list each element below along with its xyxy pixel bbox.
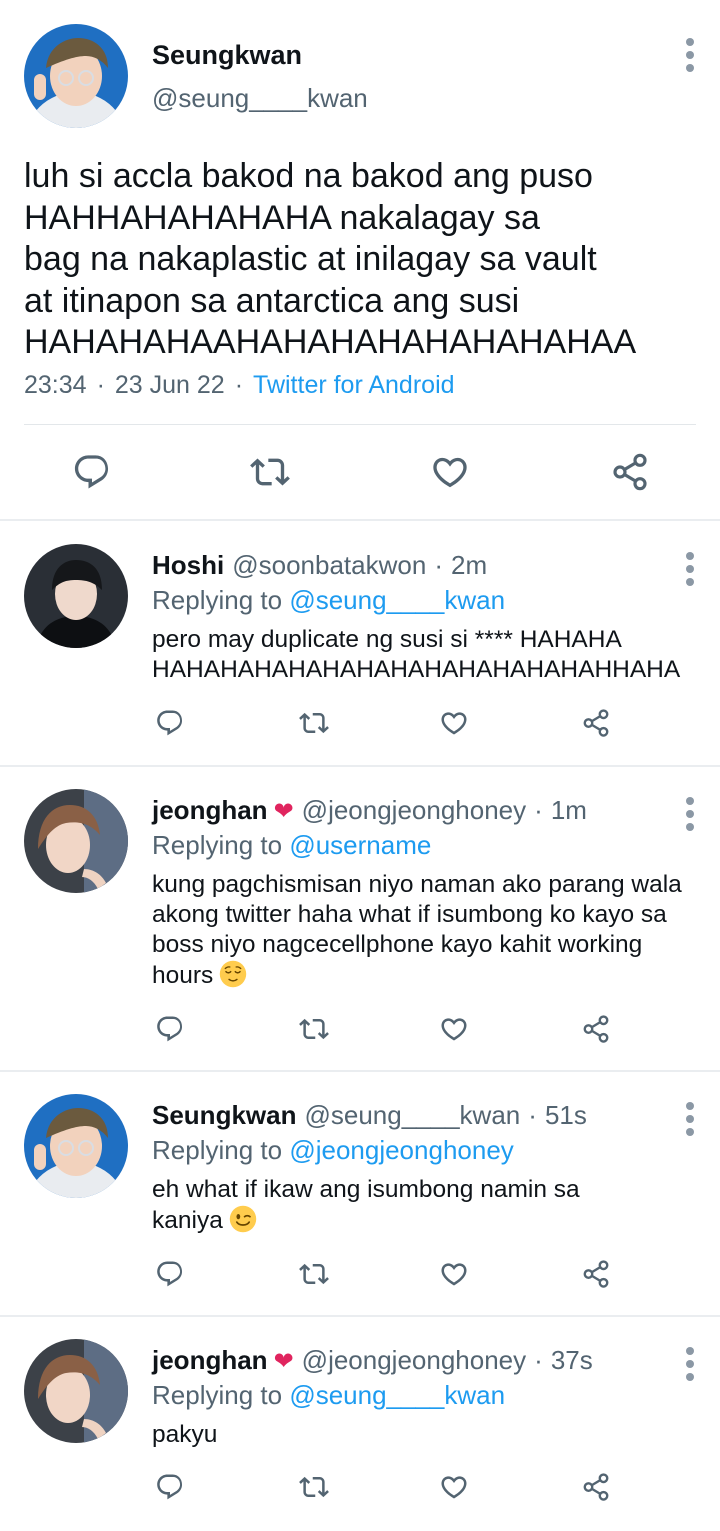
retweet-icon[interactable] [294, 703, 334, 743]
retweet-icon[interactable] [294, 1009, 334, 1049]
reply-time: 2m [450, 550, 488, 580]
retweet-icon[interactable] [246, 448, 294, 496]
main-tweet: Seungkwan @seung____kwan luh si accla ba… [0, 0, 720, 520]
author-name[interactable]: Seungkwan [152, 40, 302, 71]
more-options-icon[interactable] [680, 1347, 700, 1381]
replying-to: Replying to @jeongjeonghoney [152, 1135, 514, 1166]
reply-header: jeonghan ❤ @jeongjeonghoney · 1m [152, 795, 587, 826]
reply-header: Seungkwan @seung____kwan · 51s [152, 1100, 587, 1131]
reply-author-name[interactable]: jeonghan [152, 795, 268, 825]
meta-separator: · [534, 1345, 543, 1375]
more-options-icon[interactable] [680, 552, 700, 586]
reply-author-handle[interactable]: @soonbatakwon [232, 550, 426, 580]
meta-separator: · [234, 371, 244, 399]
tweet-source-link[interactable]: Twitter for Android [253, 371, 454, 399]
replying-to-label: Replying to [152, 1135, 283, 1165]
share-icon[interactable] [576, 1467, 616, 1507]
retweet-icon[interactable] [294, 1467, 334, 1507]
replying-to-label: Replying to [152, 1380, 283, 1410]
like-icon[interactable] [426, 448, 474, 496]
reply-text-wrap: kung pagchismisan niyo naman ako parang … [152, 870, 692, 991]
reply-tweet[interactable]: jeonghan ❤ @jeongjeonghoney · 1m Replying to… [0, 767, 720, 1070]
winking-face-emoji [229, 1205, 257, 1233]
meta-separator: · [434, 550, 443, 580]
reply-header: jeonghan ❤ @jeongjeonghoney · 37s [152, 1345, 593, 1376]
reply-author-name[interactable]: Hoshi [152, 550, 224, 580]
share-icon[interactable] [576, 703, 616, 743]
replying-to: Replying to @seung____kwan [152, 1380, 505, 1411]
author-handle[interactable]: @seung____kwan [152, 83, 368, 114]
reply-text-wrap: eh what if ikaw ang isumbong namin sa ka… [152, 1175, 652, 1236]
tweet-date: 23 Jun 22 [114, 371, 225, 399]
reply-icon[interactable] [68, 448, 116, 496]
like-icon[interactable] [434, 1254, 474, 1294]
replying-to-mention[interactable]: @jeongjeonghoney [289, 1135, 513, 1165]
reply-time: 37s [550, 1345, 593, 1375]
replying-to-mention[interactable]: @seung____kwan [289, 1380, 505, 1410]
replying-to-label: Replying to [152, 830, 283, 860]
reply-author-name[interactable]: Seungkwan [152, 1100, 296, 1130]
reply-icon[interactable] [150, 1009, 190, 1049]
red-heart-emoji: ❤ [273, 798, 294, 825]
reply-author-handle[interactable]: @jeongjeonghoney [302, 795, 526, 825]
reply-text: pakyu [152, 1421, 218, 1448]
replying-to: Replying to @seung____kwan [152, 585, 505, 616]
reply-header: Hoshi @soonbatakwon · 2m [152, 550, 487, 581]
share-icon[interactable] [576, 1009, 616, 1049]
reply-tweet[interactable]: Hoshi @soonbatakwon · 2m Replying to @seung… [0, 521, 720, 765]
reply-tweet[interactable]: Seungkwan @seung____kwan · 51s Replying to … [0, 1072, 720, 1315]
reply-icon[interactable] [150, 703, 190, 743]
share-icon[interactable] [606, 448, 654, 496]
tweet-actions [0, 448, 720, 498]
reply-time: 1m [550, 795, 587, 825]
avatar[interactable] [24, 544, 128, 648]
tweet-time: 23:34 [24, 371, 87, 399]
more-options-icon[interactable] [680, 797, 700, 831]
avatar[interactable] [24, 1094, 128, 1198]
more-options-icon[interactable] [680, 38, 700, 72]
like-icon[interactable] [434, 703, 474, 743]
relieved-face-emoji [219, 960, 247, 988]
meta-separator: · [528, 1100, 537, 1130]
like-icon[interactable] [434, 1009, 474, 1049]
reply-text: eh what if ikaw ang isumbong namin sa ka… [152, 1176, 580, 1234]
red-heart-emoji: ❤ [273, 1348, 294, 1375]
retweet-icon[interactable] [294, 1254, 334, 1294]
reply-icon[interactable] [150, 1254, 190, 1294]
reply-tweet[interactable]: jeonghan ❤ @jeongjeonghoney · 37s Replying t… [0, 1317, 720, 1531]
reply-author-name[interactable]: jeonghan [152, 1345, 268, 1375]
divider [24, 424, 696, 425]
share-icon[interactable] [576, 1254, 616, 1294]
reply-time: 51s [544, 1100, 587, 1130]
meta-separator: · [534, 795, 543, 825]
replying-to-label: Replying to [152, 585, 283, 615]
more-options-icon[interactable] [680, 1102, 700, 1136]
avatar[interactable] [24, 789, 128, 893]
reply-author-handle[interactable]: @seung____kwan [304, 1100, 520, 1130]
reply-icon[interactable] [150, 1467, 190, 1507]
meta-separator: · [96, 371, 105, 399]
tweet-meta: 23:34 · 23 Jun 22 · Twitter for Android [24, 371, 455, 400]
tweet-text: luh si accla bakod na bakod ang puso HAH… [24, 157, 637, 361]
replying-to-mention[interactable]: @username [289, 830, 431, 860]
avatar[interactable] [24, 1339, 128, 1443]
replying-to: Replying to @username [152, 830, 431, 861]
like-icon[interactable] [434, 1467, 474, 1507]
reply-text: pero may duplicate ng susi si **** HAHAH… [152, 626, 681, 683]
replying-to-mention[interactable]: @seung____kwan [289, 585, 505, 615]
avatar[interactable] [24, 24, 128, 128]
reply-author-handle[interactable]: @jeongjeonghoney [302, 1345, 526, 1375]
